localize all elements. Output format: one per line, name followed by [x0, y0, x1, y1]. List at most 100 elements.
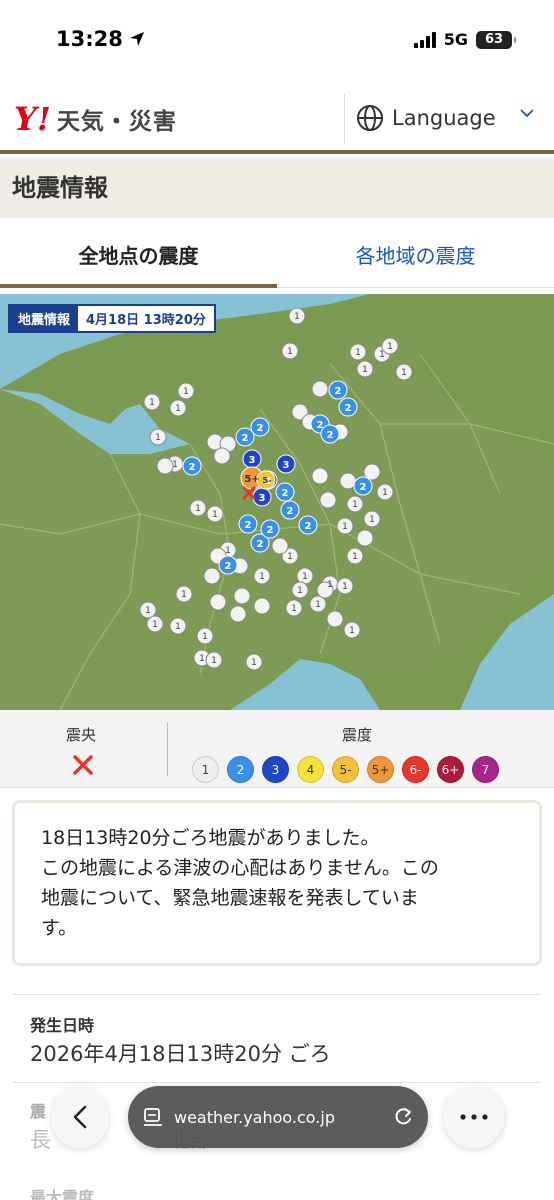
location-arrow-icon	[129, 32, 144, 46]
status-indicators: 5G 63	[413, 30, 516, 49]
svg-text:1: 1	[225, 546, 231, 556]
earthquake-notice: 18日13時20分ごろ地震がありました。 この地震による津波の心配はありません。…	[12, 800, 542, 966]
svg-text:2: 2	[360, 482, 367, 493]
occurrence-value: 2026年4月18日13時20分 ごろ	[30, 1042, 331, 1066]
map-legend: 震央 震度 1 2 3 4 5- 5+ 6- 6+ 7	[0, 710, 554, 788]
seismic-intensity-map[interactable]: 1111111 1111111 111111 111111 111111 111…	[0, 294, 554, 710]
svg-text:1: 1	[172, 460, 178, 470]
svg-text:1: 1	[149, 398, 155, 408]
svg-text:2: 2	[287, 506, 294, 517]
tab-regions[interactable]: 各地域の震度	[277, 228, 554, 288]
network-type: 5G	[443, 30, 468, 49]
reload-icon[interactable]	[392, 1106, 414, 1128]
svg-text:1: 1	[327, 580, 333, 590]
status-bar: 13:28 5G 63	[0, 0, 554, 84]
svg-text:2: 2	[257, 539, 264, 550]
signal-icon	[413, 31, 436, 48]
svg-text:1: 1	[183, 387, 189, 397]
svg-text:1: 1	[297, 586, 303, 596]
svg-text:1: 1	[195, 504, 201, 514]
notice-line-4: す。	[41, 917, 78, 939]
svg-text:1: 1	[181, 590, 187, 600]
svg-text:2: 2	[245, 520, 252, 531]
map-info-label: 地震情報 4月18日 13時20分	[8, 304, 216, 333]
epicenter-label: 震	[30, 1102, 47, 1121]
browser-more-button[interactable]	[444, 1086, 504, 1148]
reader-icon	[144, 1108, 162, 1126]
site-header: Y! 天気・災害 Language	[0, 84, 554, 154]
svg-text:2: 2	[317, 420, 324, 431]
svg-text:1: 1	[259, 572, 265, 582]
logo-text: 天気・災害	[56, 109, 177, 135]
divider	[12, 1082, 542, 1083]
status-time: 13:28	[56, 27, 145, 51]
legend-intensity-5-: 5-	[332, 756, 359, 783]
svg-text:2: 2	[267, 525, 274, 536]
svg-text:3: 3	[259, 493, 266, 504]
tab-all-points[interactable]: 全地点の震度	[0, 228, 277, 288]
notice-line-2: この地震による津波の心配はありません。この	[41, 857, 439, 879]
occurrence-label: 発生日時	[30, 1016, 95, 1035]
logo-mark: Y!	[14, 100, 51, 138]
legend-intensity-6-: 6-	[402, 756, 429, 783]
more-dots-icon	[460, 1114, 488, 1120]
svg-text:5+: 5+	[244, 474, 259, 485]
browser-back-button[interactable]	[52, 1086, 108, 1148]
svg-text:2: 2	[345, 403, 352, 414]
svg-text:2: 2	[327, 430, 334, 441]
legend-divider	[167, 722, 168, 776]
svg-text:1: 1	[379, 350, 385, 360]
legend-intensity-5+: 5+	[367, 756, 394, 783]
legend-intensity-4: 4	[297, 756, 324, 783]
svg-text:2: 2	[257, 423, 264, 434]
svg-text:2: 2	[282, 488, 289, 499]
svg-text:1: 1	[362, 365, 368, 375]
svg-text:1: 1	[152, 620, 158, 630]
legend-intensity-scale: 1 2 3 4 5- 5+ 6- 6+ 7	[192, 756, 499, 783]
svg-text:1: 1	[382, 488, 388, 498]
svg-text:2: 2	[242, 433, 249, 444]
legend-intensity-2: 2	[227, 756, 254, 783]
legend-intensity-3: 3	[262, 756, 289, 783]
svg-text:1: 1	[211, 656, 217, 666]
svg-text:1: 1	[155, 433, 161, 443]
svg-text:1: 1	[342, 522, 348, 532]
svg-text:1: 1	[287, 552, 293, 562]
legend-intensity-7: 7	[472, 756, 499, 783]
svg-text:3: 3	[283, 460, 290, 471]
language-label: Language	[392, 106, 496, 130]
svg-text:1: 1	[352, 552, 358, 562]
legend-intensity-label: 震度	[342, 726, 373, 744]
svg-text:1: 1	[291, 604, 297, 614]
tab-bar: 全地点の震度 各地域の震度	[0, 228, 554, 288]
svg-text:1: 1	[352, 500, 358, 510]
svg-text:1: 1	[202, 632, 208, 642]
svg-text:1: 1	[175, 404, 181, 414]
svg-text:1: 1	[302, 572, 308, 582]
legend-intensity-1: 1	[192, 756, 219, 783]
svg-text:1: 1	[199, 654, 205, 664]
svg-text:5-: 5-	[263, 476, 272, 485]
svg-text:1: 1	[387, 342, 393, 352]
svg-text:1: 1	[315, 600, 321, 610]
epicenter-x-icon	[73, 755, 93, 775]
legend-intensity-6+: 6+	[437, 756, 464, 783]
svg-text:1: 1	[349, 626, 355, 636]
browser-address-bar[interactable]: weather.yahoo.co.jp	[128, 1086, 428, 1148]
globe-icon	[357, 105, 383, 131]
chevron-left-icon	[73, 1105, 87, 1129]
map-label-title: 地震情報	[10, 306, 79, 331]
clock: 13:28	[56, 27, 123, 51]
yahoo-weather-logo[interactable]: Y! 天気・災害	[14, 102, 177, 136]
battery-icon: 63	[476, 30, 516, 49]
chevron-down-icon[interactable]	[520, 108, 534, 118]
header-divider	[344, 94, 345, 144]
notice-line-3: 地震について、緊急地震速報を発表していま	[41, 887, 419, 909]
svg-text:1: 1	[401, 368, 407, 378]
svg-text:1: 1	[212, 510, 218, 520]
notice-line-1: 18日13時20分ごろ地震がありました。	[41, 827, 380, 849]
url-text: weather.yahoo.co.jp	[174, 1107, 335, 1127]
svg-text:1: 1	[369, 515, 375, 525]
language-selector[interactable]: Language	[356, 104, 496, 132]
svg-text:2: 2	[305, 521, 312, 532]
